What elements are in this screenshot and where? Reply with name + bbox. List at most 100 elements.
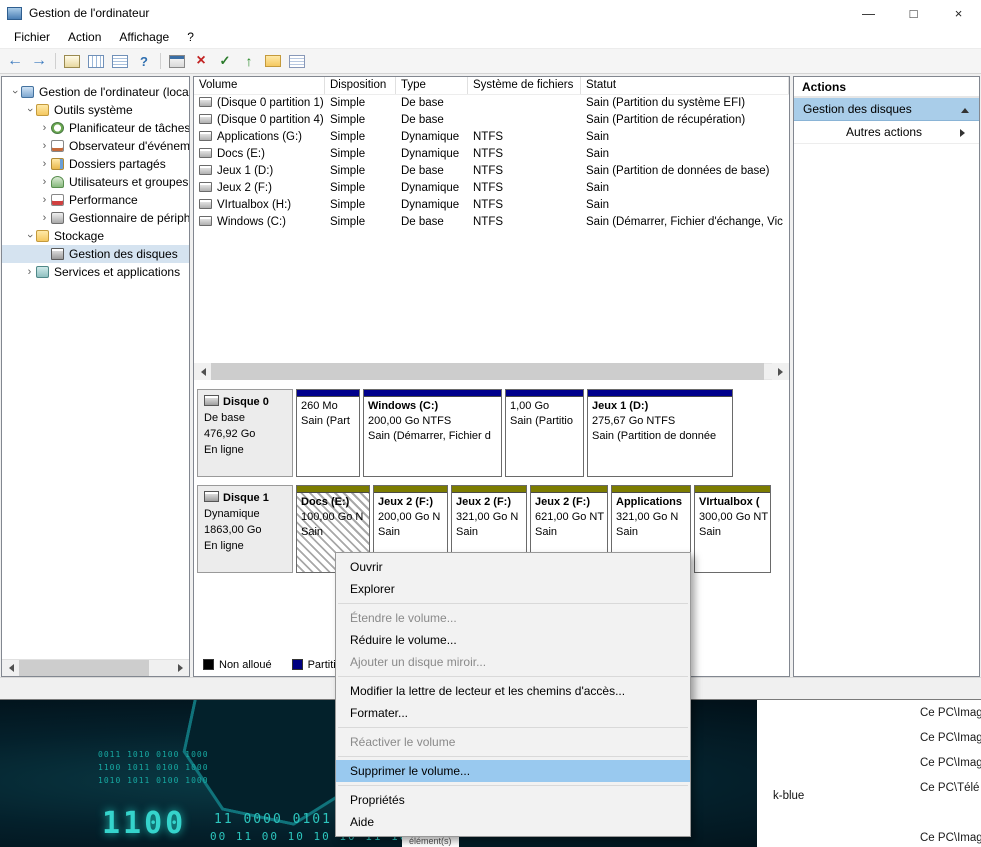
chevron-icon[interactable] <box>23 104 36 116</box>
volume-icon <box>199 97 212 107</box>
toolbar-separator[interactable] <box>55 53 56 69</box>
tree-item[interactable]: Gestion de l'ordinateur (local) <box>2 83 189 101</box>
scroll-left-button[interactable] <box>2 660 19 677</box>
scroll-thumb[interactable] <box>19 660 149 677</box>
volume-row[interactable]: Jeux 2 (F:) Simple Dynamique NTFS Sain <box>194 180 789 197</box>
menubar-item[interactable]: Affichage <box>110 27 178 47</box>
file-row[interactable]: Ce PC\Imag <box>757 750 981 775</box>
chevron-icon[interactable] <box>8 86 21 98</box>
chevron-icon[interactable] <box>38 194 51 206</box>
context-menu-item[interactable] <box>338 727 688 728</box>
chevron-icon[interactable] <box>23 266 36 278</box>
column-header-volume[interactable]: Volume <box>194 77 325 94</box>
column-header-fs[interactable]: Système de fichiers <box>468 77 581 94</box>
menubar-item[interactable]: Action <box>59 27 110 47</box>
partition-block[interactable]: VIrtualbox ( 300,00 Go NT Sain <box>694 485 771 573</box>
back-icon[interactable]: ← <box>4 51 26 71</box>
actions-more-actions[interactable]: Autres actions <box>794 121 979 144</box>
context-menu-item[interactable] <box>338 603 688 604</box>
chevron-icon[interactable] <box>38 122 51 134</box>
tree-item[interactable]: Stockage <box>2 227 189 245</box>
console-window-icon[interactable] <box>61 51 83 71</box>
volume-name: Jeux 2 (F:) <box>217 182 272 194</box>
properties-table-icon[interactable] <box>109 51 131 71</box>
chevron-icon[interactable] <box>38 176 51 188</box>
tree-item[interactable]: Utilisateurs et groupes l <box>2 173 189 191</box>
binary-line: 0011 1010 0100 1000 <box>98 748 209 761</box>
maximize-button[interactable]: □ <box>891 0 936 26</box>
scroll-right-button[interactable] <box>172 660 189 677</box>
partition-block[interactable]: Windows (C:) 200,00 Go NTFS Sain (Démarr… <box>363 389 502 477</box>
chevron-icon[interactable] <box>23 230 36 242</box>
disk-info-box[interactable]: Disque 1 Dynamique 1863,00 Go En ligne <box>197 485 293 573</box>
forward-icon[interactable]: → <box>28 51 50 71</box>
tree-item[interactable]: Gestion des disques <box>2 245 189 263</box>
partition-title: Jeux 2 (F:) <box>535 495 603 510</box>
tree-item[interactable]: Gestionnaire de périphé <box>2 209 189 227</box>
tree-item[interactable]: Services et applications <box>2 263 189 281</box>
delete-volume-icon[interactable]: × <box>190 51 212 71</box>
context-menu-item[interactable]: Ouvrir <box>336 556 690 578</box>
view-list-icon[interactable] <box>286 51 308 71</box>
partition-block[interactable]: 1,00 Go Sain (Partitio <box>505 389 584 477</box>
tree-item[interactable]: Observateur d'événeme <box>2 137 189 155</box>
chevron-icon[interactable] <box>38 212 51 224</box>
volume-row[interactable]: (Disque 0 partition 1) Simple De base Sa… <box>194 95 789 112</box>
chevron-icon[interactable] <box>38 140 51 152</box>
menubar-item[interactable]: ? <box>178 27 203 47</box>
scroll-right-button[interactable] <box>772 363 789 380</box>
tree-item[interactable]: Outils système <box>2 101 189 119</box>
context-menu-item[interactable]: Propriétés <box>336 789 690 811</box>
file-row[interactable] <box>757 800 981 825</box>
context-menu-item[interactable]: Réactiver le volume <box>336 731 690 753</box>
submenu-arrow-icon <box>960 129 969 137</box>
close-button[interactable]: × <box>936 0 981 26</box>
menubar-item[interactable]: Fichier <box>5 27 59 47</box>
folder-edit-icon[interactable] <box>262 51 284 71</box>
context-menu-item[interactable] <box>338 676 688 677</box>
file-row[interactable]: Ce PC\Imag <box>757 825 981 847</box>
volume-row[interactable]: (Disque 0 partition 4) Simple De base Sa… <box>194 112 789 129</box>
column-header-type[interactable]: Type <box>396 77 468 94</box>
volume-list-scrollbar[interactable] <box>194 363 789 380</box>
volume-row[interactable]: Applications (G:) Simple Dynamique NTFS … <box>194 129 789 146</box>
collapse-caret-icon[interactable] <box>961 104 969 113</box>
tree-horizontal-scrollbar[interactable] <box>2 659 189 676</box>
volume-row[interactable]: Jeux 1 (D:) Simple De base NTFS Sain (Pa… <box>194 163 789 180</box>
column-header-disposition[interactable]: Disposition <box>325 77 396 94</box>
file-row[interactable]: Ce PC\Imag <box>757 700 981 725</box>
disk-info-box[interactable]: Disque 0 De base 476,92 Go En ligne <box>197 389 293 477</box>
partition-block[interactable]: 260 Mo Sain (Part <box>296 389 360 477</box>
column-header-statut[interactable]: Statut <box>581 77 789 94</box>
scroll-left-button[interactable] <box>194 363 211 380</box>
console-prompt-icon[interactable] <box>166 51 188 71</box>
context-menu-item[interactable] <box>338 756 688 757</box>
context-menu-item[interactable]: Supprimer le volume... <box>336 760 690 782</box>
actions-section-disk-management[interactable]: Gestion des disques <box>794 98 979 121</box>
context-menu-item[interactable]: Modifier la lettre de lecteur et les che… <box>336 680 690 702</box>
context-menu-item[interactable]: Ajouter un disque miroir... <box>336 651 690 673</box>
help-icon[interactable]: ? <box>133 51 155 71</box>
folder-up-icon[interactable]: ↑ <box>238 51 260 71</box>
tree-item[interactable]: Dossiers partagés <box>2 155 189 173</box>
context-menu-item[interactable]: Explorer <box>336 578 690 600</box>
volume-row[interactable]: VIrtualbox (H:) Simple Dynamique NTFS Sa… <box>194 197 789 214</box>
volume-row[interactable]: Docs (E:) Simple Dynamique NTFS Sain <box>194 146 789 163</box>
context-menu-item[interactable]: Étendre le volume... <box>336 607 690 629</box>
tree-item[interactable]: Performance <box>2 191 189 209</box>
toolbar-separator[interactable] <box>160 53 161 69</box>
context-menu-item[interactable]: Formater... <box>336 702 690 724</box>
partition-block[interactable]: Jeux 1 (D:) 275,67 Go NTFS Sain (Partiti… <box>587 389 733 477</box>
volume-context-menu: Ouvrir Explorer Étendre le volume... Réd… <box>335 552 691 837</box>
context-menu-item[interactable]: Réduire le volume... <box>336 629 690 651</box>
chevron-icon[interactable] <box>38 158 51 170</box>
volume-row[interactable]: Windows (C:) Simple De base NTFS Sain (D… <box>194 214 789 231</box>
scroll-thumb[interactable] <box>211 363 764 380</box>
file-row[interactable]: Ce PC\Imag <box>757 725 981 750</box>
mark-active-icon[interactable]: ✓ <box>214 51 236 71</box>
context-menu-item[interactable]: Aide <box>336 811 690 833</box>
export-list-icon[interactable] <box>85 51 107 71</box>
minimize-button[interactable]: — <box>846 0 891 26</box>
tree-item[interactable]: Planificateur de tâches <box>2 119 189 137</box>
context-menu-item[interactable] <box>338 785 688 786</box>
